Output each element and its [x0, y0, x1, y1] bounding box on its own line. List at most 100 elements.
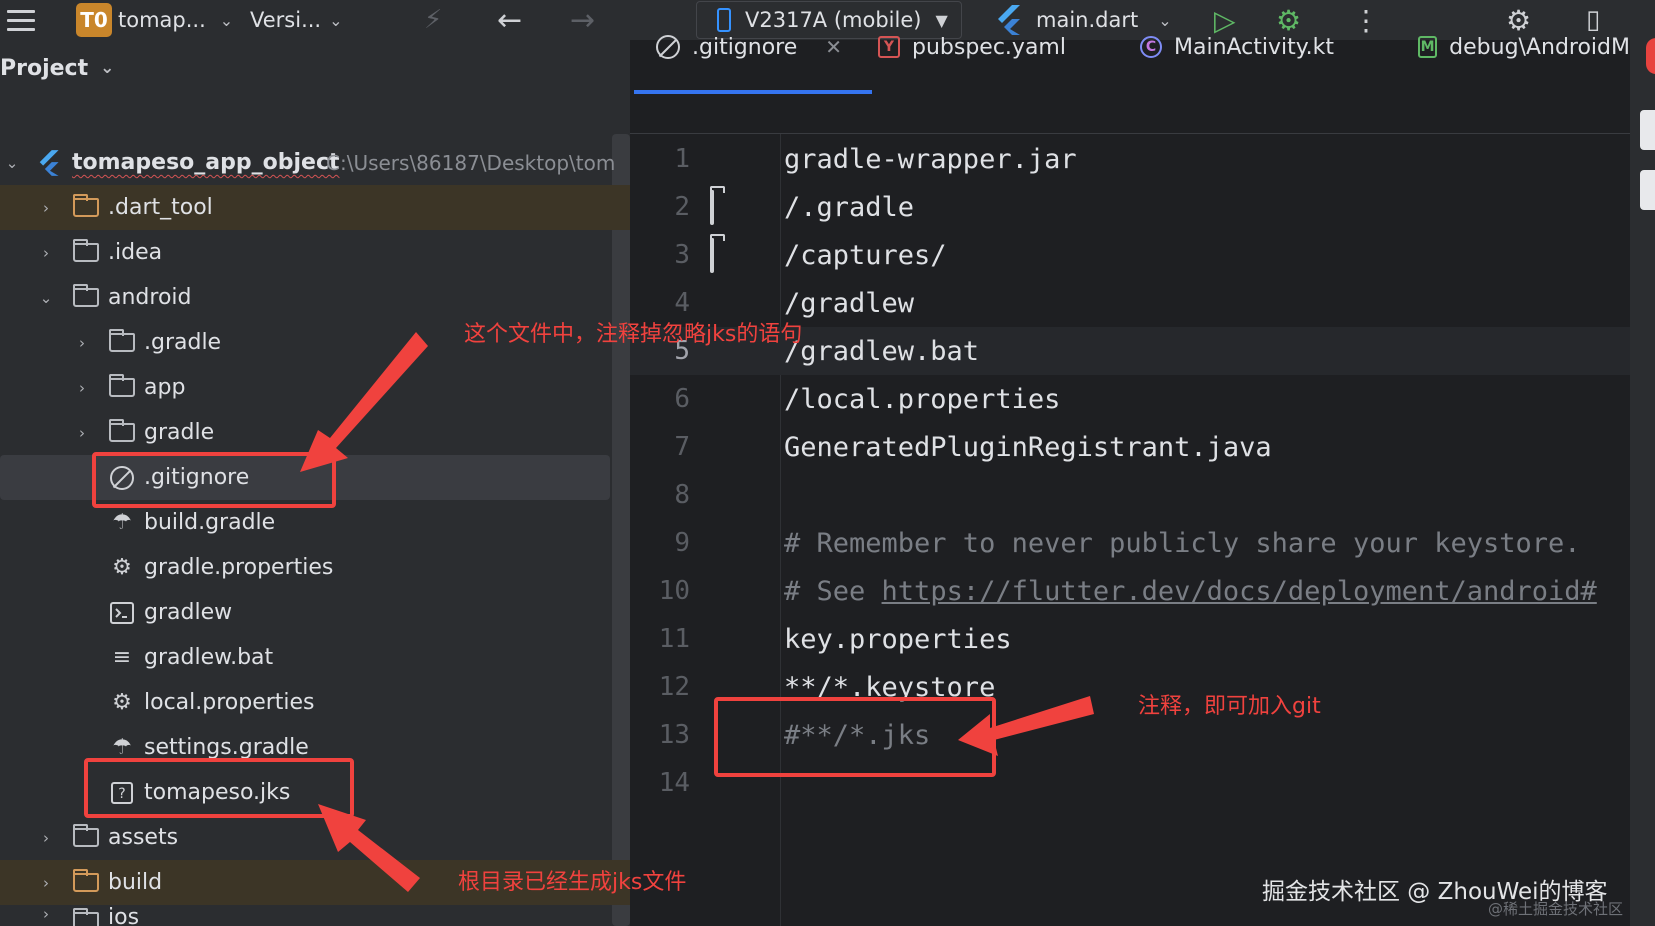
forward-arrow-icon[interactable]: →	[570, 0, 595, 40]
code-line[interactable]: 7 GeneratedPluginRegistrant.java	[630, 423, 1630, 471]
code-line[interactable]: 10 # See https://flutter.dev/docs/deploy…	[630, 567, 1630, 615]
chevron-down-icon: ⌄	[219, 10, 234, 30]
project-panel-header[interactable]: Project ⌄	[0, 40, 114, 96]
line-number: 6	[674, 384, 690, 414]
more-vertical-icon[interactable]: ⋮	[1352, 0, 1380, 40]
tab-pubspec-yaml[interactable]: Y pubspec.yaml	[878, 0, 1066, 94]
folder-settings-icon	[72, 239, 100, 265]
code-line[interactable]: 3 /captures/	[630, 231, 1630, 279]
chevron-right-icon[interactable]: ›	[72, 334, 92, 352]
tree-item-label: .dart_tool	[108, 195, 213, 220]
tree-item-assets[interactable]: › assets	[0, 815, 630, 860]
root-project-path: C:\Users\86187\Desktop\tom	[326, 150, 616, 175]
main-menu-icon[interactable]	[4, 0, 38, 40]
tree-item-label: gradle.properties	[144, 555, 334, 580]
tree-item-local-properties[interactable]: ⚙ local.properties	[0, 680, 630, 725]
line-number: 8	[674, 480, 690, 510]
tree-item-gradlew-bat[interactable]: ≡ gradlew.bat	[0, 635, 630, 680]
project-name: tomap...	[118, 8, 206, 32]
code-text: /gradlew	[784, 287, 915, 319]
tree-item-label: build.gradle	[144, 510, 276, 535]
lightning-icon[interactable]: ⚡︎	[424, 0, 442, 40]
tree-item-label: .idea	[108, 240, 163, 265]
gradle-elephant-icon: ☂	[112, 735, 132, 760]
code-text: /.gradle	[784, 191, 915, 223]
code-line[interactable]: 6 /local.properties	[630, 375, 1630, 423]
highlight-box-gitignore	[92, 452, 336, 508]
chevron-down-icon[interactable]: ⌄	[2, 154, 22, 172]
folder-icon	[72, 194, 100, 220]
chevron-right-icon[interactable]: ›	[72, 424, 92, 442]
gitignore-icon	[656, 35, 680, 59]
tree-item-label: gradlew.bat	[144, 645, 274, 670]
folder-icon	[710, 237, 714, 273]
highlight-box-jks-file	[84, 758, 354, 818]
code-line[interactable]: 8	[630, 471, 1630, 519]
chevron-right-icon[interactable]: ›	[36, 244, 56, 262]
line-number: 2	[674, 192, 690, 222]
tree-item-gradle[interactable]: › gradle	[0, 410, 630, 455]
tree-item-idea[interactable]: › .idea	[0, 230, 630, 275]
code-text: /local.properties	[784, 383, 1061, 415]
tree-item-label: gradlew	[144, 600, 233, 625]
chevron-right-icon[interactable]: ›	[72, 379, 92, 397]
tree-item-android[interactable]: ⌄ android	[0, 275, 630, 320]
yaml-icon: Y	[878, 36, 900, 58]
tree-item-dart-tool[interactable]: › .dart_tool	[0, 185, 630, 230]
line-number: 7	[674, 432, 690, 462]
flutter-inspector-icon[interactable]	[1640, 170, 1655, 210]
comment-link[interactable]: https://flutter.dev/docs/deployment/andr…	[882, 576, 1597, 607]
watermark-sub: @稀土掘金技术社区	[1488, 900, 1624, 918]
code-text: /gradlew.bat	[784, 335, 980, 367]
flutter-icon	[36, 149, 64, 176]
tree-root[interactable]: ⌄ tomapeso_app_object C:\Users\86187\Des…	[0, 140, 630, 185]
code-text: /captures/	[784, 239, 947, 271]
folder-icon	[72, 869, 100, 895]
tree-item-ios[interactable]: › ios	[0, 905, 630, 926]
line-number: 10	[658, 576, 690, 606]
tree-item-gradlew[interactable]: gradlew	[0, 590, 630, 635]
chevron-down-icon[interactable]: ⌄	[36, 289, 56, 307]
code-line[interactable]: 11 key.properties	[630, 615, 1630, 663]
tab-gitignore[interactable]: .gitignore ✕	[633, 0, 873, 94]
chevron-right-icon[interactable]: ›	[36, 199, 56, 217]
tree-item-label: app	[144, 375, 186, 400]
gear-icon: ⚙	[112, 690, 132, 715]
tab-mainactivity-kt[interactable]: C MainActivity.kt	[1140, 0, 1334, 94]
terminal-icon	[108, 601, 136, 625]
tree-item-label: .gradle	[144, 330, 222, 355]
code-comment: # See https://flutter.dev/docs/deploymen…	[784, 576, 1597, 607]
code-line[interactable]: 2 /.gradle	[630, 183, 1630, 231]
folder-icon	[710, 189, 714, 225]
tab-label: .gitignore	[692, 34, 798, 60]
project-selector[interactable]: T0 tomap... ⌄	[76, 0, 233, 40]
folder-icon	[72, 824, 100, 850]
notifications-icon[interactable]	[1640, 110, 1655, 150]
vcs-selector[interactable]: Versi... ⌄	[250, 0, 343, 40]
tab-debug-androidmanifest[interactable]: M debug\AndroidM	[1418, 0, 1630, 94]
gear-icon: ⚙	[112, 555, 132, 580]
root-project-name: tomapeso_app_object	[72, 150, 340, 175]
annotation-note-jks-generated: 根目录已经生成jks文件	[458, 870, 687, 895]
right-tool-strip	[1630, 40, 1655, 926]
folder-icon	[108, 374, 136, 400]
tree-item-label: build	[108, 870, 163, 895]
code-line[interactable]: 1 gradle-wrapper.jar	[630, 135, 1630, 183]
chevron-right-icon[interactable]: ›	[36, 874, 56, 892]
folder-icon	[72, 284, 100, 310]
annotation-note-comment: 注释，即可加入git	[1138, 694, 1321, 719]
tree-item-gradle-properties[interactable]: ⚙ gradle.properties	[0, 545, 630, 590]
notification-badge	[1646, 38, 1655, 74]
folder-icon	[108, 419, 136, 445]
code-line[interactable]: 9 # Remember to never publicly share you…	[630, 519, 1630, 567]
close-icon[interactable]: ✕	[825, 35, 842, 59]
back-arrow-icon[interactable]: ←	[497, 0, 522, 40]
line-number: 1	[674, 144, 690, 174]
tree-item-label: android	[108, 285, 192, 310]
chevron-right-icon[interactable]: ›	[36, 829, 56, 847]
code-text: gradle-wrapper.jar	[784, 143, 1077, 175]
tab-label: MainActivity.kt	[1174, 34, 1335, 60]
chevron-right-icon[interactable]: ›	[36, 905, 56, 923]
tree-item-label: gradle	[144, 420, 215, 445]
tree-item-app[interactable]: › app	[0, 365, 630, 410]
